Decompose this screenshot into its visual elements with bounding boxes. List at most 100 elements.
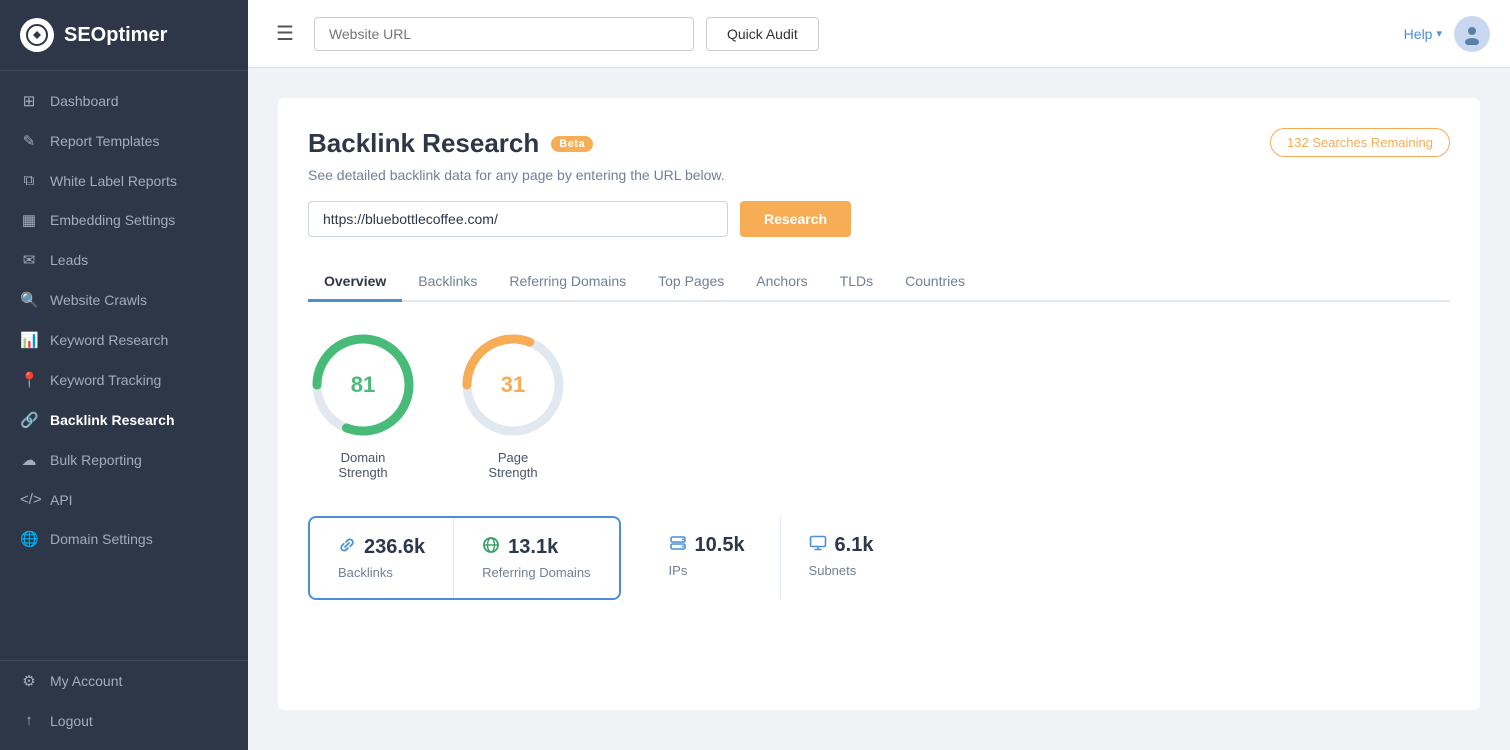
tab-countries[interactable]: Countries bbox=[889, 263, 981, 302]
page-strength-circle: 31 bbox=[458, 330, 568, 440]
page-strength-chart: 31 Page Strength bbox=[458, 330, 568, 480]
domain-strength-value: 81 bbox=[351, 372, 375, 398]
keyword-research-icon: 📊 bbox=[20, 331, 38, 349]
user-avatar[interactable] bbox=[1454, 16, 1490, 52]
sidebar-label-website-crawls: Website Crawls bbox=[50, 292, 147, 308]
tab-overview[interactable]: Overview bbox=[308, 263, 402, 302]
content: Backlink Research Beta 132 Searches Rema… bbox=[248, 68, 1510, 750]
embedding-icon: ▦ bbox=[20, 211, 38, 229]
page-strength-label: Page Strength bbox=[488, 450, 537, 480]
searches-remaining: 132 Searches Remaining bbox=[1270, 128, 1450, 157]
sidebar-nav: ⊞ Dashboard ✎ Report Templates ⧉ White L… bbox=[0, 71, 248, 660]
stat-backlinks[interactable]: 236.6k Backlinks bbox=[310, 518, 454, 598]
logout-icon: ↑ bbox=[20, 712, 38, 729]
globe-icon bbox=[482, 536, 500, 559]
sidebar-label-domain-settings: Domain Settings bbox=[50, 531, 153, 547]
white-label-icon: ⧉ bbox=[20, 172, 38, 189]
domain-strength-chart: 81 Domain Strength bbox=[308, 330, 418, 480]
help-chevron-icon: ▾ bbox=[1436, 27, 1442, 40]
sidebar-label-keyword-tracking: Keyword Tracking bbox=[50, 372, 161, 388]
server-icon bbox=[669, 534, 687, 557]
sidebar-item-keyword-tracking[interactable]: 📍 Keyword Tracking bbox=[0, 360, 248, 400]
stats-outer: 236.6k Backlinks bbox=[308, 516, 1450, 600]
stat-ips-value: 10.5k bbox=[695, 534, 745, 557]
beta-badge: Beta bbox=[551, 136, 593, 152]
content-card: Backlink Research Beta 132 Searches Rema… bbox=[278, 98, 1480, 710]
link-icon bbox=[338, 536, 356, 559]
url-research-input[interactable] bbox=[308, 201, 728, 237]
stat-referring-icon-val: 13.1k bbox=[482, 536, 558, 559]
api-icon: </> bbox=[20, 491, 38, 508]
stat-subnets-icon-val: 6.1k bbox=[809, 534, 893, 557]
search-bar-row: Research bbox=[308, 201, 1450, 237]
page-header: Backlink Research Beta 132 Searches Rema… bbox=[308, 128, 1450, 159]
help-button[interactable]: Help ▾ bbox=[1404, 26, 1442, 42]
backlink-research-icon: 🔗 bbox=[20, 411, 38, 429]
stat-subnets-label: Subnets bbox=[809, 563, 893, 578]
website-url-input[interactable] bbox=[314, 17, 694, 51]
sidebar-item-leads[interactable]: ✉ Leads bbox=[0, 240, 248, 280]
sidebar-label-leads: Leads bbox=[50, 252, 88, 268]
stat-backlinks-icon-val: 236.6k bbox=[338, 536, 425, 559]
dashboard-icon: ⊞ bbox=[20, 92, 38, 110]
sidebar-label-api: API bbox=[50, 492, 73, 508]
sidebar-item-report-templates[interactable]: ✎ Report Templates bbox=[0, 121, 248, 161]
tab-top-pages[interactable]: Top Pages bbox=[642, 263, 740, 302]
sidebar-label-keyword-research: Keyword Research bbox=[50, 332, 168, 348]
logo-text: SEOptimer bbox=[64, 24, 167, 47]
sidebar-label-report-templates: Report Templates bbox=[50, 133, 159, 149]
sidebar-item-bulk-reporting[interactable]: ☁ Bulk Reporting bbox=[0, 440, 248, 480]
keyword-tracking-icon: 📍 bbox=[20, 371, 38, 389]
research-button[interactable]: Research bbox=[740, 201, 851, 237]
stats-highlighted: 236.6k Backlinks bbox=[308, 516, 621, 600]
bulk-reporting-icon: ☁ bbox=[20, 451, 38, 469]
sidebar-item-my-account[interactable]: ⚙ My Account bbox=[0, 661, 248, 701]
tab-backlinks[interactable]: Backlinks bbox=[402, 263, 493, 302]
sidebar-label-backlink-research: Backlink Research bbox=[50, 412, 175, 428]
sidebar-item-keyword-research[interactable]: 📊 Keyword Research bbox=[0, 320, 248, 360]
help-label: Help bbox=[1404, 26, 1433, 42]
tabs-row: Overview Backlinks Referring Domains Top… bbox=[308, 263, 1450, 302]
stat-backlinks-value: 236.6k bbox=[364, 536, 425, 559]
hamburger-button[interactable]: ☰ bbox=[268, 17, 302, 50]
page-strength-value: 31 bbox=[501, 372, 525, 398]
page-title-row: Backlink Research Beta bbox=[308, 128, 593, 159]
sidebar-label-bulk-reporting: Bulk Reporting bbox=[50, 452, 142, 468]
sidebar-item-api[interactable]: </> API bbox=[0, 480, 248, 519]
stat-referring-label: Referring Domains bbox=[482, 565, 590, 580]
main: ☰ Quick Audit Help ▾ Backlink Research B… bbox=[248, 0, 1510, 750]
sidebar-item-white-label[interactable]: ⧉ White Label Reports bbox=[0, 161, 248, 200]
sidebar: SEOptimer ⊞ Dashboard ✎ Report Templates… bbox=[0, 0, 248, 750]
sidebar-item-domain-settings[interactable]: 🌐 Domain Settings bbox=[0, 519, 248, 559]
stat-subnets[interactable]: 6.1k Subnets bbox=[781, 516, 921, 600]
report-templates-icon: ✎ bbox=[20, 132, 38, 150]
sidebar-label-embedding: Embedding Settings bbox=[50, 212, 175, 228]
sidebar-item-embedding[interactable]: ▦ Embedding Settings bbox=[0, 200, 248, 240]
topbar: ☰ Quick Audit Help ▾ bbox=[248, 0, 1510, 68]
page-title: Backlink Research bbox=[308, 128, 539, 159]
monitor-icon bbox=[809, 534, 827, 557]
sidebar-label-logout: Logout bbox=[50, 713, 93, 729]
domain-strength-label: Domain Strength bbox=[338, 450, 387, 480]
leads-icon: ✉ bbox=[20, 251, 38, 269]
sidebar-item-logout[interactable]: ↑ Logout bbox=[0, 701, 248, 740]
tab-referring-domains[interactable]: Referring Domains bbox=[493, 263, 642, 302]
stat-referring-domains[interactable]: 13.1k Referring Domains bbox=[454, 518, 618, 598]
stat-ips-icon-val: 10.5k bbox=[669, 534, 752, 557]
quick-audit-button[interactable]: Quick Audit bbox=[706, 17, 819, 51]
sidebar-bottom: ⚙ My Account ↑ Logout bbox=[0, 660, 248, 750]
sidebar-label-white-label: White Label Reports bbox=[50, 173, 177, 189]
sidebar-item-backlink-research[interactable]: 🔗 Backlink Research bbox=[0, 400, 248, 440]
stat-subnets-value: 6.1k bbox=[835, 534, 874, 557]
stat-referring-value: 13.1k bbox=[508, 536, 558, 559]
stat-ips[interactable]: 10.5k IPs bbox=[641, 516, 781, 600]
domain-settings-icon: 🌐 bbox=[20, 530, 38, 548]
stats-plain: 10.5k IPs 6.1k bbox=[641, 516, 921, 600]
page-subtitle: See detailed backlink data for any page … bbox=[308, 167, 1450, 183]
tab-tlds[interactable]: TLDs bbox=[824, 263, 889, 302]
tab-anchors[interactable]: Anchors bbox=[740, 263, 823, 302]
sidebar-item-website-crawls[interactable]: 🔍 Website Crawls bbox=[0, 280, 248, 320]
sidebar-item-dashboard[interactable]: ⊞ Dashboard bbox=[0, 81, 248, 121]
domain-strength-circle: 81 bbox=[308, 330, 418, 440]
stat-backlinks-label: Backlinks bbox=[338, 565, 393, 580]
